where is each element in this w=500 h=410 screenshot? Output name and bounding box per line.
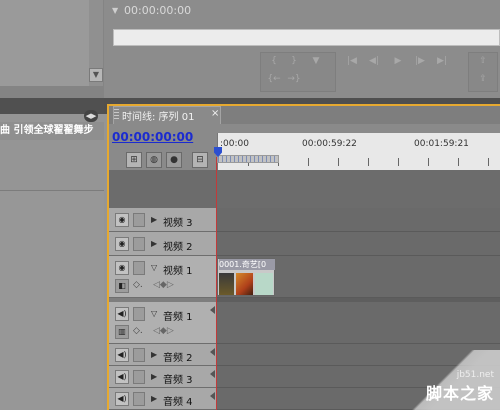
track-name: 视频 2 [163, 242, 193, 253]
step-forward-icon[interactable]: |▶ [412, 56, 428, 70]
ruler-label-0: :00:00 [220, 139, 249, 149]
speaker-icon[interactable]: ◀) [115, 370, 129, 384]
track-header-audio-4[interactable]: ◀) ▶ 音频 4 [109, 388, 217, 410]
eye-icon[interactable]: ◉ [115, 213, 129, 227]
tab-grip-icon[interactable] [114, 109, 119, 120]
track-name: 视频 3 [163, 218, 193, 229]
expand-icon[interactable]: ▶ [151, 215, 157, 224]
ruler-tick [308, 158, 309, 166]
speaker-icon[interactable]: ◀) [115, 307, 129, 321]
play-icon[interactable]: ▶ [390, 56, 406, 70]
expand-icon[interactable]: ▶ [151, 239, 157, 248]
extract-icon[interactable]: ⇪ [475, 74, 491, 88]
ruler-tick [458, 158, 459, 166]
work-area-ticks [218, 156, 278, 162]
clip-thumbnail [255, 273, 273, 295]
track-name: 视频 1 [163, 266, 193, 277]
track-header-video-3[interactable]: ◉ ▶ 视频 3 [109, 208, 217, 232]
waveform-icon[interactable]: ▥ [115, 325, 129, 339]
ruler-tick [338, 158, 339, 166]
timeline-tools: ⊞ ◍ ● ⊟ [122, 152, 214, 168]
clip-title: 0001.奇艺[0 [219, 259, 275, 270]
watermark: jb51.net 脚本之家 [426, 370, 494, 404]
track-header-video-1[interactable]: ◉ ▽ 视频 1 ◧ ◇. ◁◆▷ [109, 256, 217, 298]
lock-icon[interactable] [133, 307, 145, 321]
display-style-icon[interactable]: ◧ [115, 279, 129, 293]
ruler-label-2: 00:01:59:21 [414, 139, 469, 149]
marker-triangle-icon [210, 370, 215, 378]
expand-icon[interactable]: ▶ [151, 350, 157, 359]
ruler-tick [398, 158, 399, 166]
step-back-icon[interactable]: ◀| [366, 56, 382, 70]
scroll-down-button[interactable]: ▼ [89, 68, 103, 82]
timecode-marker-icon: ▼ [112, 6, 119, 15]
set-marker-icon[interactable]: ▼ [308, 56, 324, 70]
marker-triangle-icon [210, 348, 215, 356]
project-content-area [0, 191, 104, 410]
set-out-icon[interactable]: } [286, 56, 302, 70]
panel-menu-icon[interactable]: ◀▶ [84, 110, 98, 122]
timeline-empty-area [109, 170, 500, 208]
track-name: 音频 2 [163, 353, 193, 364]
goto-out-icon[interactable]: →} [286, 74, 302, 88]
track-name: 音频 1 [163, 312, 193, 323]
track-lane-video-2[interactable] [217, 232, 500, 256]
tab-close-icon[interactable]: × [211, 108, 219, 119]
track-header-audio-2[interactable]: ◀) ▶ 音频 2 [109, 344, 217, 366]
track-lane-video-3[interactable] [217, 208, 500, 232]
project-header-text: 曲 引领全球翟翟舞步 [0, 122, 104, 140]
lock-icon[interactable] [133, 392, 145, 406]
set-unnumbered-marker-icon[interactable]: ◍ [146, 152, 162, 168]
clip-thumbnail [236, 273, 253, 295]
time-ruler[interactable]: :00:00 00:00:59:22 00:01:59:21 [217, 133, 500, 170]
playhead-line[interactable] [216, 157, 217, 410]
speaker-icon[interactable]: ◀) [115, 392, 129, 406]
expand-icon[interactable]: ▶ [151, 394, 157, 403]
snap-icon[interactable]: ⊞ [126, 152, 142, 168]
keyframe-toggle-icon[interactable]: ◇. [133, 280, 143, 290]
lock-icon[interactable] [133, 213, 145, 227]
top-left-content [0, 0, 100, 86]
goto-next-marker-icon[interactable]: ▶| [434, 56, 450, 70]
lock-icon[interactable] [133, 261, 145, 275]
track-header-audio-1[interactable]: ◀) ▽ 音频 1 ▥ ◇. ◁◆▷ [109, 302, 217, 344]
goto-in-icon[interactable]: {← [266, 74, 282, 88]
tab-timeline-label: 时间线: 序列 01 [122, 112, 195, 123]
keyframe-toggle-icon[interactable]: ◇. [133, 326, 143, 336]
watermark-name: 脚本之家 [425, 384, 494, 403]
track-name: 音频 3 [163, 375, 193, 386]
timeline-timecode[interactable]: 00:00:00:00 [112, 130, 193, 144]
ruler-tick [368, 158, 369, 166]
keyframe-nav-icon[interactable]: ◁◆▷ [153, 326, 174, 336]
track-header-video-2[interactable]: ◉ ▶ 视频 2 [109, 232, 217, 256]
keyframe-nav-icon[interactable]: ◁◆▷ [153, 280, 174, 290]
collapse-icon[interactable]: ▽ [151, 309, 157, 318]
eye-icon[interactable]: ◉ [115, 237, 129, 251]
eye-icon[interactable]: ◉ [115, 261, 129, 275]
lock-icon[interactable] [133, 370, 145, 384]
expand-icon[interactable]: ▶ [151, 372, 157, 381]
set-in-icon[interactable]: { [266, 56, 282, 70]
ruler-label-1: 00:00:59:22 [302, 139, 357, 149]
ruler-tick [488, 158, 489, 166]
monitor-transport-controls: { } ▼ {← →} |◀ ◀| ▶ |▶ ▶| ⇧ ⇪ [258, 52, 500, 96]
track-lane-audio-1[interactable] [217, 302, 500, 344]
track-name: 音频 4 [163, 397, 193, 408]
lock-icon[interactable] [133, 237, 145, 251]
monitor-timecode: 00:00:00:00 [124, 4, 192, 17]
goto-prev-marker-icon[interactable]: |◀ [344, 56, 360, 70]
clip-thumbnail [219, 273, 234, 295]
marker-triangle-icon [210, 306, 215, 314]
ruler-tick [428, 158, 429, 166]
set-encore-marker-icon[interactable]: ● [166, 152, 182, 168]
watermark-site: jb51.net [456, 370, 494, 380]
track-header-audio-3[interactable]: ◀) ▶ 音频 3 [109, 366, 217, 388]
lift-icon[interactable]: ⇧ [475, 56, 491, 70]
marker-triangle-icon [210, 392, 215, 400]
monitor-scrub-bar[interactable] [113, 29, 500, 46]
lock-icon[interactable] [133, 348, 145, 362]
collapse-icon[interactable]: ▽ [151, 263, 157, 272]
speaker-icon[interactable]: ◀) [115, 348, 129, 362]
zoom-slider-icon[interactable]: ⊟ [192, 152, 208, 168]
